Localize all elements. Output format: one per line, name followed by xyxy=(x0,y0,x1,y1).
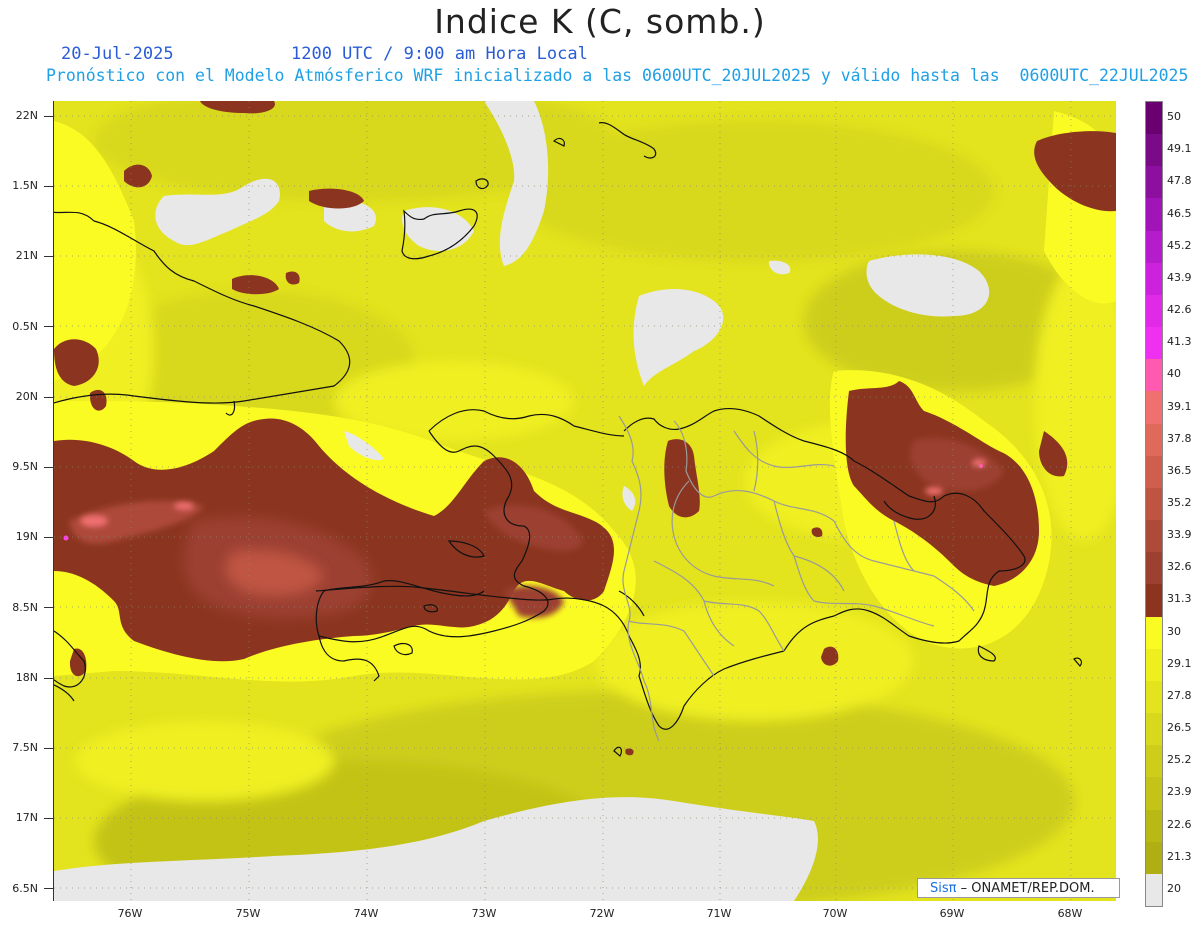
lat-label: 18N xyxy=(15,671,38,684)
lon-label: 75W xyxy=(235,907,261,920)
lon-label: 69W xyxy=(939,907,965,920)
colorbar-label: 39.1 xyxy=(1167,399,1192,413)
lat-label: 8.5N xyxy=(12,601,38,614)
colorbar-label: 31.3 xyxy=(1167,592,1192,606)
lat-tick xyxy=(44,186,53,187)
colorbar-label: 36.5 xyxy=(1167,463,1192,477)
colorbar-swatch xyxy=(1146,455,1162,489)
colorbar-swatch xyxy=(1146,134,1162,167)
colorbar-swatch xyxy=(1146,745,1162,778)
colorbar-swatch xyxy=(1146,552,1162,585)
colorbar-swatch xyxy=(1146,680,1162,714)
colorbar-label: 20 xyxy=(1167,881,1181,895)
lon-label: 68W xyxy=(1057,907,1083,920)
colorbar-swatch xyxy=(1146,198,1162,232)
lat-label: 0.5N xyxy=(12,320,38,333)
lat-tick xyxy=(44,397,53,398)
colorbar-swatch xyxy=(1146,102,1162,135)
lon-label: 76W xyxy=(117,907,143,920)
colorbar-label: 35.2 xyxy=(1167,496,1192,509)
lat-tick xyxy=(44,116,53,117)
lon-label: 72W xyxy=(589,907,615,920)
colorbar-swatch xyxy=(1146,520,1162,553)
colorbar-label: 49.1 xyxy=(1167,142,1192,156)
colorbar-label: 43.9 xyxy=(1167,270,1192,284)
colorbar-swatch xyxy=(1146,616,1162,650)
colorbar-swatch xyxy=(1146,487,1162,521)
lat-label: 9.5N xyxy=(12,460,38,473)
colorbar-swatch xyxy=(1146,294,1162,328)
colorbar-swatch xyxy=(1146,809,1162,843)
colorbar-label: 46.5 xyxy=(1167,206,1192,220)
colorbar-label: 22.6 xyxy=(1167,817,1192,831)
colorbar xyxy=(1145,101,1163,907)
lat-label: 22N xyxy=(15,109,38,122)
colorbar-swatch xyxy=(1146,166,1162,199)
colorbar-label: 41.3 xyxy=(1167,335,1192,349)
forecast-time: 1200 UTC / 9:00 am Hora Local xyxy=(291,44,588,64)
colorbar-label: 26.5 xyxy=(1167,721,1192,735)
colorbar-swatch xyxy=(1146,262,1162,296)
map-title: Indice K (C, somb.) xyxy=(434,2,766,41)
lon-label: 74W xyxy=(353,907,379,920)
colorbar-swatch xyxy=(1146,873,1162,907)
colorbar-swatch xyxy=(1146,713,1162,746)
lat-label: 7.5N xyxy=(12,741,38,754)
credit-org: – ONAMET/REP.DOM. xyxy=(956,881,1095,896)
lat-label: 20N xyxy=(15,390,38,403)
credit-brand: Sisπ xyxy=(930,881,957,896)
colorbar-swatch xyxy=(1146,584,1162,618)
colorbar-label: 30 xyxy=(1167,624,1181,638)
colorbar-swatch xyxy=(1146,648,1162,682)
lat-tick xyxy=(44,256,53,257)
lat-tick xyxy=(44,537,53,538)
colorbar-label: 25.2 xyxy=(1167,753,1192,767)
colorbar-swatch xyxy=(1146,391,1162,425)
colorbar-label: 29.1 xyxy=(1167,656,1192,670)
lat-label: 6.5N xyxy=(12,882,38,895)
colorbar-swatch xyxy=(1146,423,1162,457)
lat-label: 1.5N xyxy=(12,179,38,192)
credit-box: Sisπ – ONAMET/REP.DOM. xyxy=(917,878,1120,898)
lat-tick xyxy=(44,326,53,327)
colorbar-label: 37.8 xyxy=(1167,431,1192,445)
lat-tick xyxy=(44,678,53,679)
colorbar-label: 50 xyxy=(1167,110,1181,124)
colorbar-label: 40 xyxy=(1167,367,1181,381)
lat-tick xyxy=(44,818,53,819)
colorbar-swatch xyxy=(1146,777,1162,811)
colorbar-swatch xyxy=(1146,841,1162,875)
colorbar-label: 47.8 xyxy=(1167,174,1192,188)
lat-tick xyxy=(44,748,53,749)
colorbar-swatch xyxy=(1146,230,1162,264)
k-index-map xyxy=(53,101,1116,901)
colorbar-swatch xyxy=(1146,359,1162,392)
lat-tick xyxy=(44,467,53,468)
colorbar-label: 32.6 xyxy=(1167,560,1192,574)
lat-label: 19N xyxy=(15,530,38,543)
lat-label: 21N xyxy=(15,249,38,262)
lat-tick xyxy=(44,607,53,608)
lon-label: 70W xyxy=(822,907,848,920)
lon-label: 73W xyxy=(471,907,497,920)
colorbar-label: 21.3 xyxy=(1167,849,1192,863)
lon-label: 71W xyxy=(706,907,732,920)
colorbar-label: 33.9 xyxy=(1167,528,1192,542)
colorbar-label: 45.2 xyxy=(1167,238,1192,252)
colorbar-swatch xyxy=(1146,327,1162,360)
colorbar-label: 27.8 xyxy=(1167,688,1192,702)
colorbar-label: 42.6 xyxy=(1167,303,1192,317)
lat-tick xyxy=(44,888,53,889)
lat-label: 17N xyxy=(15,811,38,824)
colorbar-label: 23.9 xyxy=(1167,785,1192,799)
forecast-date: 20-Jul-2025 xyxy=(61,44,174,64)
forecast-description: Pronóstico con el Modelo Atmósferico WRF… xyxy=(46,66,1189,85)
